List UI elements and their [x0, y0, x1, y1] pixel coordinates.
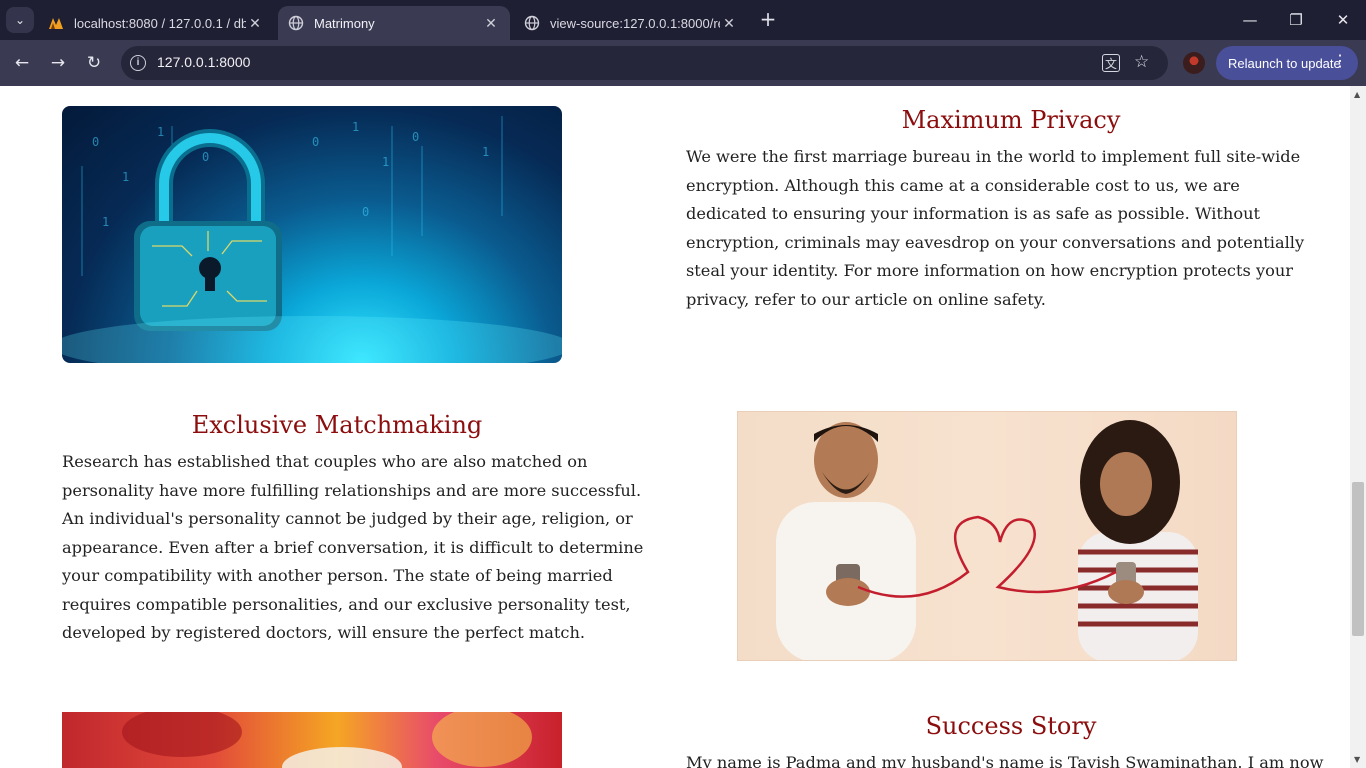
svg-text:0: 0 — [362, 205, 369, 219]
globe-icon — [288, 15, 304, 31]
svg-text:0: 0 — [202, 150, 209, 164]
tab-search-button[interactable]: ⌄ — [6, 7, 34, 33]
phpmyadmin-favicon-icon — [49, 18, 63, 29]
close-tab-icon[interactable]: ✕ — [482, 15, 500, 32]
scroll-up-arrow-icon[interactable]: ▲ — [1354, 90, 1360, 99]
restore-icon[interactable]: ❐ — [1284, 8, 1308, 32]
more-menu-icon[interactable]: ⋮ — [1332, 54, 1348, 70]
svg-text:1: 1 — [352, 120, 359, 134]
address-bar[interactable]: i 127.0.0.1:8000 文 ☆ — [121, 46, 1168, 80]
browser-toolbar: ← → ↻ i 127.0.0.1:8000 文 ☆ Relaunch to u… — [0, 40, 1366, 86]
svg-text:1: 1 — [102, 215, 109, 229]
scroll-down-arrow-icon[interactable]: ▼ — [1354, 755, 1360, 764]
reload-icon[interactable]: ↻ — [82, 51, 106, 75]
section-body-matchmaking: Research has established that couples wh… — [62, 452, 644, 642]
translate-icon[interactable]: 文 — [1102, 54, 1120, 72]
padlock-circuit-image: 0 1 1 0 0 1 1 0 1 0 1 — [62, 106, 562, 363]
tab-phpmyadmin[interactable]: localhost:8080 / 127.0.0.1 / db / ✕ — [38, 6, 274, 40]
section-heading-privacy: Maximum Privacy — [901, 106, 1121, 134]
browser-tab-bar: ⌄ localhost:8080 / 127.0.0.1 / db / ✕ Ma… — [0, 0, 1366, 40]
section-body-success-story: My name is Padma and my husband's name i… — [686, 753, 1324, 768]
profile-avatar[interactable] — [1183, 52, 1205, 74]
page-viewport: 011 001 101 01 Maximum Privacy We were t… — [0, 86, 1366, 768]
svg-text:1: 1 — [382, 155, 389, 169]
section-heading-success-story: Success Story — [925, 712, 1097, 740]
tab-title: view-source:127.0.0.1:8000/rea — [550, 15, 720, 31]
globe-icon — [524, 15, 540, 31]
bookmark-star-icon[interactable]: ☆ — [1134, 52, 1149, 72]
close-window-icon[interactable]: ✕ — [1331, 8, 1355, 32]
back-arrow-icon[interactable]: ← — [10, 51, 34, 75]
svg-text:0: 0 — [312, 135, 319, 149]
relaunch-button[interactable]: Relaunch to update ⋮ — [1216, 46, 1358, 80]
close-tab-icon[interactable]: ✕ — [246, 15, 264, 32]
minimize-icon[interactable]: — — [1238, 8, 1262, 32]
close-tab-icon[interactable]: ✕ — [720, 15, 738, 32]
url-text[interactable]: 127.0.0.1:8000 — [157, 54, 250, 70]
tab-title: localhost:8080 / 127.0.0.1 / db / — [74, 15, 246, 31]
chevron-down-icon: ⌄ — [14, 13, 26, 27]
site-info-icon[interactable]: i — [130, 55, 146, 71]
page-scrollbar[interactable]: ▲ ▼ — [1350, 86, 1366, 768]
svg-text:1: 1 — [482, 145, 489, 159]
forward-arrow-icon[interactable]: → — [46, 51, 70, 75]
new-tab-button[interactable]: + — [758, 9, 778, 30]
tab-view-source[interactable]: view-source:127.0.0.1:8000/rea ✕ — [514, 6, 748, 40]
scrollbar-thumb[interactable] — [1352, 482, 1364, 636]
svg-text:1: 1 — [122, 170, 129, 184]
section-heading-matchmaking: Exclusive Matchmaking — [191, 411, 483, 439]
svg-text:0: 0 — [412, 130, 419, 144]
section-body-privacy: We were the first marriage bureau in the… — [686, 147, 1305, 309]
tab-matrimony[interactable]: Matrimony ✕ — [278, 6, 510, 40]
wedding-ceremony-image — [62, 712, 562, 768]
svg-text:1: 1 — [157, 125, 164, 139]
svg-text:0: 0 — [92, 135, 99, 149]
relaunch-label: Relaunch to update — [1228, 55, 1341, 71]
couple-phones-heart-image — [737, 411, 1237, 661]
tab-title: Matrimony — [314, 15, 375, 31]
